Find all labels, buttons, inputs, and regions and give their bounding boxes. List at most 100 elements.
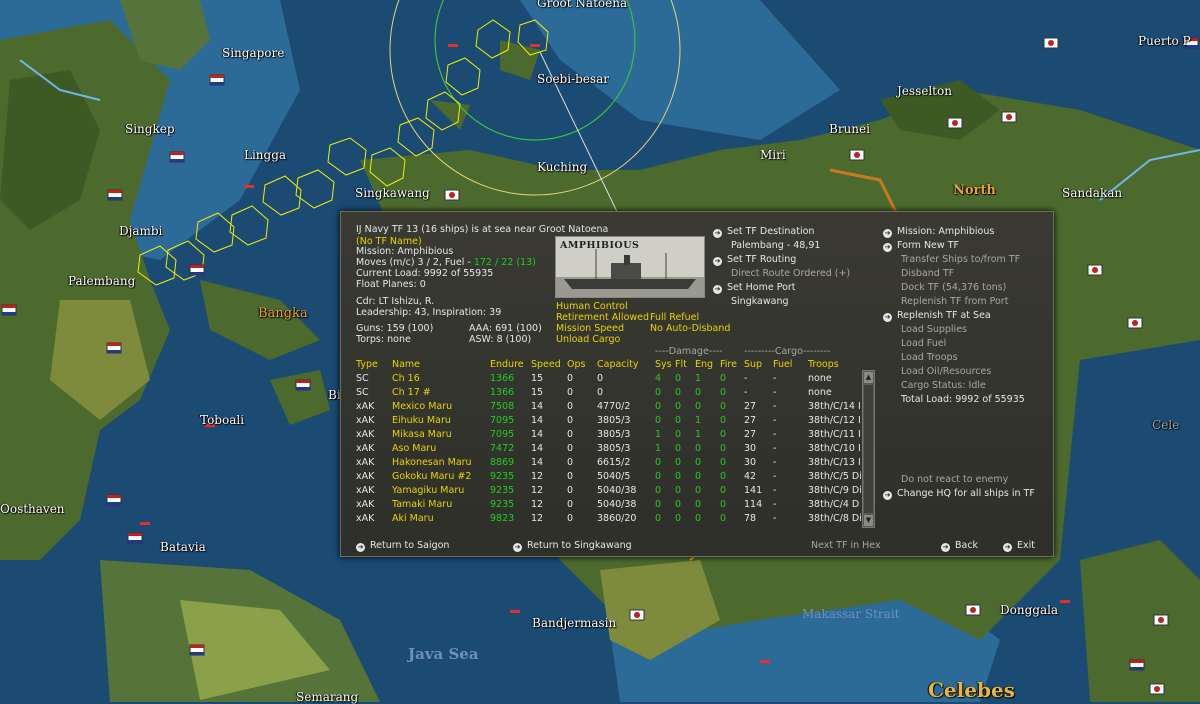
cell-name[interactable]: Tamaki Maru <box>392 498 452 512</box>
scroll-thumb[interactable] <box>864 385 873 513</box>
damage-group-header: ----Damage---- <box>655 346 723 357</box>
set-destination-button[interactable]: ➔ Set TF Destination <box>713 226 814 238</box>
cell-ops: 0 <box>567 443 574 454</box>
cell-name[interactable]: Mikasa Maru <box>392 428 452 442</box>
cell-sys: 1 <box>655 429 662 440</box>
col-fuel[interactable]: Fuel <box>773 358 792 372</box>
next-tf-button[interactable]: Next TF in Hex <box>811 540 881 552</box>
cell-endure: 8869 <box>490 457 515 468</box>
disband-tf-button[interactable]: Disband TF <box>901 268 954 280</box>
cell-name[interactable]: Eihuku Maru <box>392 414 451 428</box>
col-flt[interactable]: Flt <box>675 358 687 372</box>
cell-fuel: - <box>773 499 777 510</box>
cell-flt: 0 <box>675 471 682 482</box>
cell-name[interactable]: Aso Maru <box>392 442 436 456</box>
cell-type: xAK <box>356 499 375 510</box>
cell-name[interactable]: Ch 16 <box>392 372 420 386</box>
map-label-donggala: Donggala <box>1000 603 1059 617</box>
cell-sys: 0 <box>655 513 662 524</box>
col-fire[interactable]: Fire <box>720 358 737 372</box>
cell-ops: 0 <box>567 429 574 440</box>
col-name[interactable]: Name <box>392 358 420 372</box>
cell-speed: 12 <box>531 499 544 510</box>
map-label-cele: Cele <box>1152 418 1180 432</box>
cell-name[interactable]: Yamagiku Maru <box>392 484 464 498</box>
transfer-ships-button[interactable]: Transfer Ships to/from TF <box>901 254 1020 266</box>
replenish-port-button[interactable]: Replenish TF from Port <box>901 296 1008 308</box>
cell-flt: 0 <box>675 387 682 398</box>
col-ops[interactable]: Ops <box>567 358 585 372</box>
scroll-up-icon[interactable]: ▲ <box>864 372 873 383</box>
cell-name[interactable]: Aki Maru <box>392 512 434 526</box>
ship-table-scrollbar[interactable]: ▲ ▼ <box>862 370 875 528</box>
cell-fuel: - <box>773 485 777 496</box>
col-sys[interactable]: Sys <box>655 358 672 372</box>
map-label-lingga: Lingga <box>244 148 287 162</box>
map-label-jesselton: Jesselton <box>897 84 952 98</box>
col-eng[interactable]: Eng <box>695 358 713 372</box>
scroll-down-icon[interactable]: ▼ <box>864 515 873 526</box>
auto-disband-toggle[interactable]: No Auto-Disband <box>650 323 730 335</box>
set-routing-button[interactable]: ➔ Set TF Routing <box>713 254 796 266</box>
return-saigon-button[interactable]: ➔ Return to Saigon <box>356 540 449 552</box>
cell-capacity: 5040/38 <box>597 485 637 496</box>
cell-fire: 0 <box>720 443 727 454</box>
load-oil-button[interactable]: Load Oil/Resources <box>901 366 991 378</box>
cell-speed: 14 <box>531 429 544 440</box>
cell-type: SC <box>356 373 369 384</box>
cell-speed: 14 <box>531 443 544 454</box>
col-type[interactable]: Type <box>356 358 378 372</box>
col-troops[interactable]: Troops <box>808 358 839 372</box>
cell-type: xAK <box>356 429 375 440</box>
cell-fuel: - <box>773 401 777 412</box>
map-label-sandakan: Sandakan <box>1062 186 1123 200</box>
col-sup[interactable]: Sup <box>744 358 762 372</box>
cell-sup: - <box>744 387 748 398</box>
col-capacity[interactable]: Capacity <box>597 358 639 372</box>
exit-button[interactable]: ➔ Exit <box>1003 540 1035 552</box>
cell-sup: 27 <box>744 415 757 426</box>
moves-label: Moves (m/c) 3 / 2, Fuel - <box>356 257 474 268</box>
cell-troops: 38th/C/13 I <box>808 457 861 468</box>
cell-fuel: - <box>773 429 777 440</box>
direct-route-status[interactable]: Direct Route Ordered (+) <box>731 268 850 280</box>
cell-troops: 38th/C/10 I <box>808 443 861 454</box>
map-label-java-sea: Java Sea <box>408 645 479 663</box>
back-button[interactable]: ➔ Back <box>941 540 978 552</box>
cell-troops: 38th/C/11 I <box>808 429 861 440</box>
cell-name[interactable]: Hakonesan Maru <box>392 456 472 470</box>
change-hq-button[interactable]: ➔ Change HQ for all ships in TF <box>883 488 1035 500</box>
cell-troops: 38th/C/9 Di <box>808 485 862 496</box>
map-label-miri: Miri <box>760 148 786 162</box>
load-troops-button[interactable]: Load Troops <box>901 352 958 364</box>
return-singkawang-button[interactable]: ➔ Return to Singkawang <box>513 540 632 552</box>
replenish-sea-button[interactable]: ➔ Replenish TF at Sea <box>883 310 991 322</box>
cell-sys: 0 <box>655 485 662 496</box>
no-react-button[interactable]: Do not react to enemy <box>901 474 1008 486</box>
cell-capacity: 5040/38 <box>597 499 637 510</box>
cell-fuel: - <box>773 387 777 398</box>
cell-endure: 7472 <box>490 443 515 454</box>
mission-photo: AMPHIBIOUS <box>555 236 705 298</box>
dock-tf-button[interactable]: Dock TF (54,376 tons) <box>901 282 1006 294</box>
task-force-panel: IJ Navy TF 13 (16 ships) is at sea near … <box>340 211 1054 557</box>
cell-name[interactable]: Mexico Maru <box>392 400 452 414</box>
change-hq-label: Change HQ for all ships in TF <box>897 488 1035 499</box>
set-destination-label: Set TF Destination <box>727 226 815 237</box>
load-supplies-button[interactable]: Load Supplies <box>901 324 967 336</box>
set-home-port-button[interactable]: ➔ Set Home Port <box>713 282 796 294</box>
cell-troops: 38th/C/4 D <box>808 499 860 510</box>
col-endure[interactable]: Endure <box>490 358 524 372</box>
cell-capacity: 3805/3 <box>597 443 631 454</box>
col-speed[interactable]: Speed <box>531 358 561 372</box>
cell-capacity: 6615/2 <box>597 457 631 468</box>
cell-type: xAK <box>356 415 375 426</box>
form-new-tf-button[interactable]: ➔ Form New TF <box>883 240 959 252</box>
unload-cargo-toggle[interactable]: Unload Cargo <box>556 334 620 346</box>
mission-button[interactable]: ➔ Mission: Amphibious <box>883 226 994 238</box>
cell-name[interactable]: Gokoku Maru #2 <box>392 470 471 484</box>
load-fuel-button[interactable]: Load Fuel <box>901 338 946 350</box>
cell-endure: 9823 <box>490 513 515 524</box>
cell-name[interactable]: Ch 17 # <box>392 386 431 400</box>
arrow-right-icon: ➔ <box>513 543 522 552</box>
